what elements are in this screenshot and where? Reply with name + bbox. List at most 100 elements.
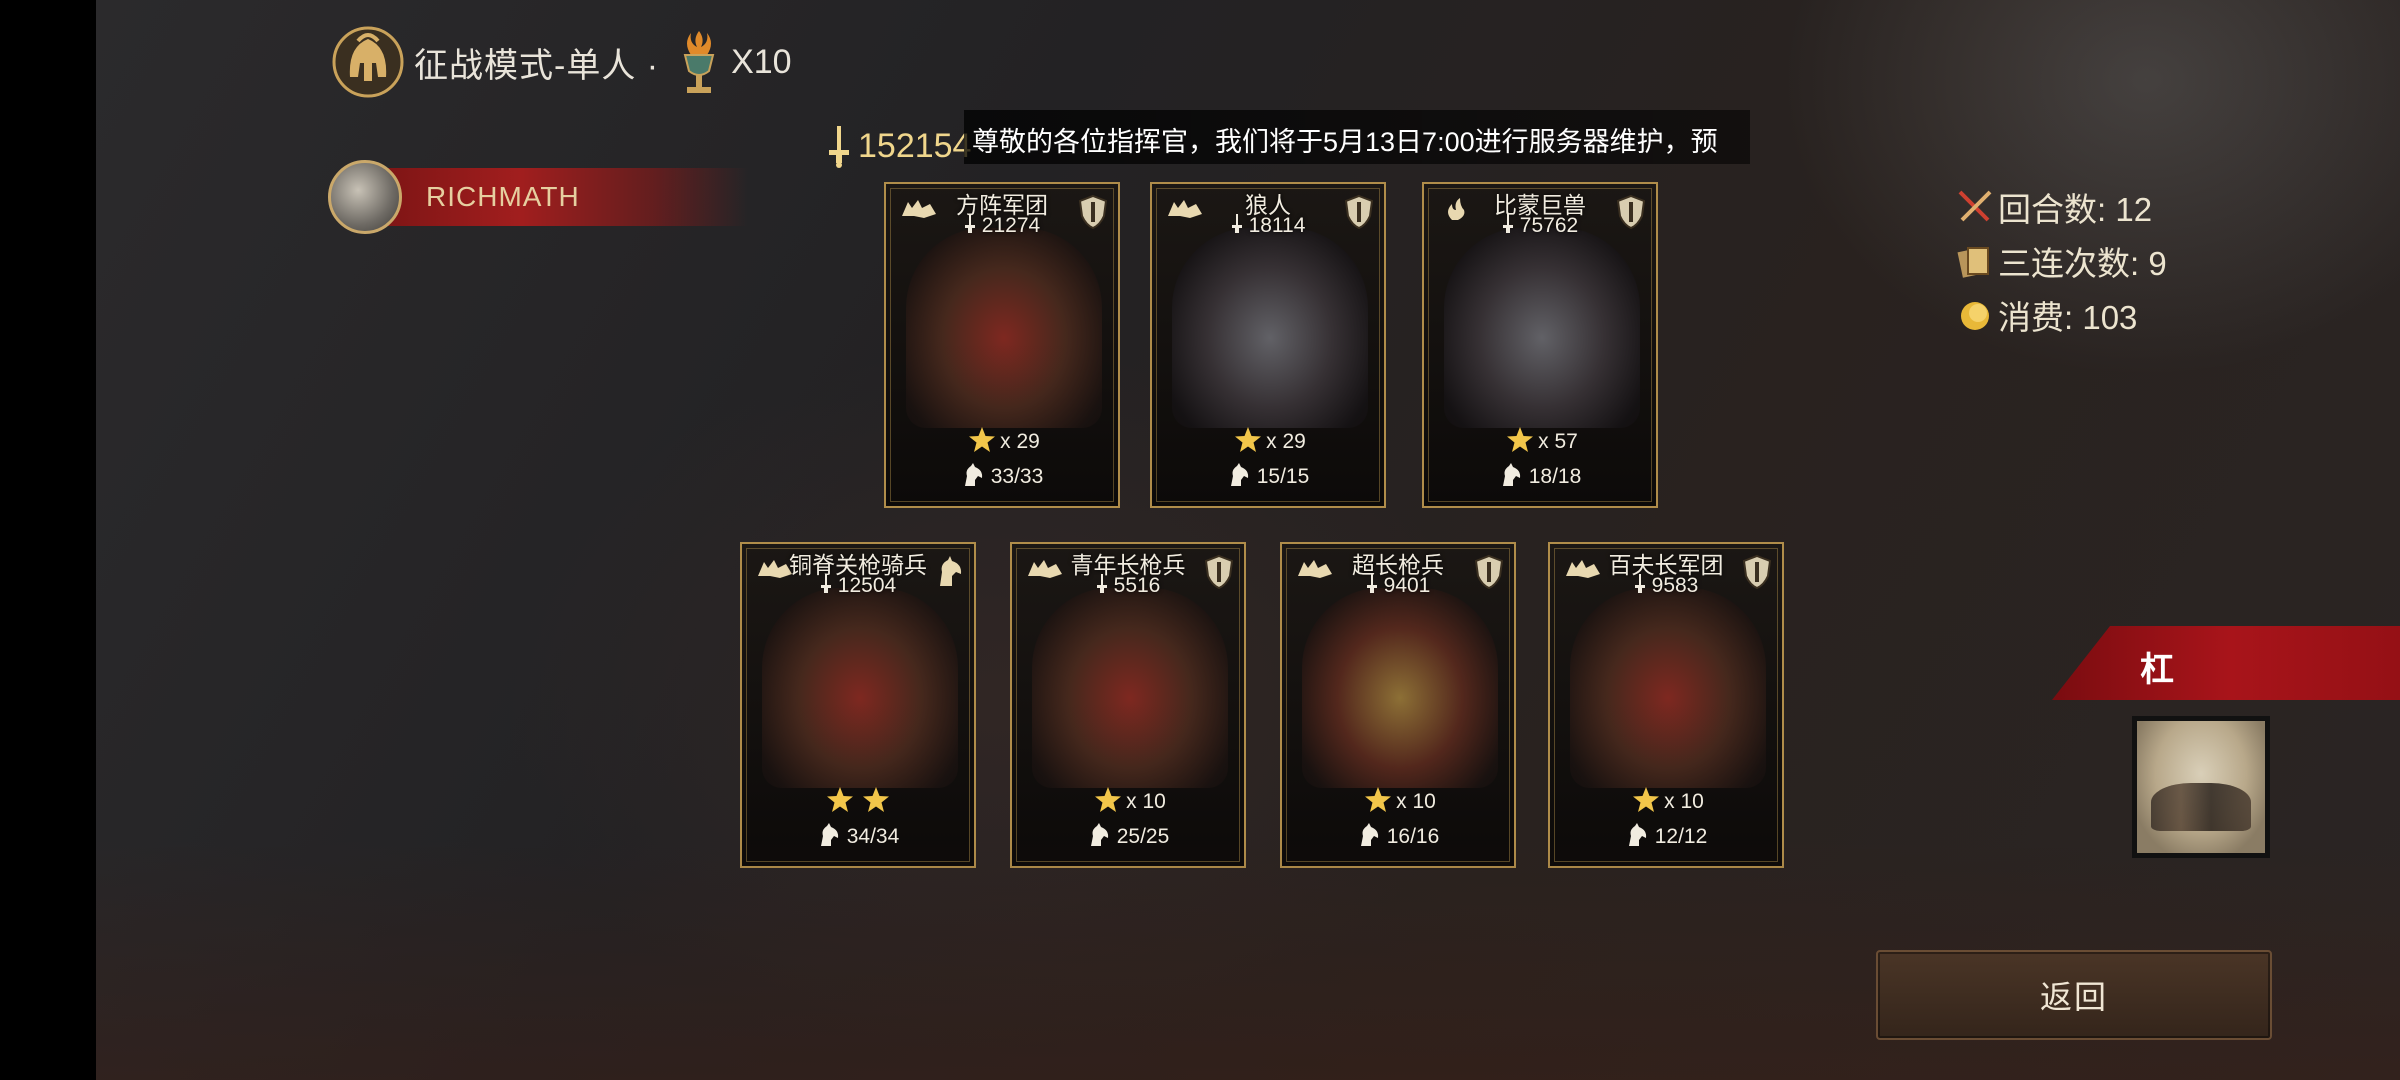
power-sword-icon (829, 126, 849, 168)
stat-rounds: 回合数: 12 (1956, 180, 2167, 234)
mini-sword-icon (1231, 214, 1242, 233)
banner-label: 杠 (2140, 651, 2174, 689)
unit-power-value: 9583 (1651, 574, 1699, 597)
star-icon (1507, 427, 1534, 452)
unit-stars (742, 786, 974, 814)
coin-icon (1961, 302, 1989, 330)
unit-troops-value: 16/16 (1386, 825, 1440, 848)
unit-stars: x 10 (1550, 786, 1782, 814)
unit-power-value: 21274 (981, 214, 1041, 237)
battle-scene-thumbnail[interactable] (2132, 716, 2270, 858)
stat-rounds-text: 回合数: 12 (1998, 191, 2153, 228)
horse-icon (1502, 463, 1520, 486)
unit-troops-value: 25/25 (1116, 825, 1170, 848)
mini-sword-icon (964, 214, 975, 233)
horse-icon (1628, 823, 1646, 846)
mini-sword-icon (1634, 574, 1645, 593)
star-icon (969, 427, 996, 452)
trophy-icon (683, 31, 715, 93)
game-screen: 征战模式-单人 · X10 RICHMATH 152154 尊敬的各位指挥官，我… (96, 0, 2400, 1080)
unit-star-count: x 10 (1126, 790, 1166, 813)
power-value: 152154 (858, 126, 972, 165)
unit-troops: 15/15 (1152, 462, 1384, 489)
horse-icon (964, 463, 982, 486)
unit-card[interactable]: 超长枪兵 9401 x 10 16/16 (1280, 542, 1516, 868)
return-button[interactable]: 返回 (1876, 950, 2272, 1040)
unit-power-value: 12504 (837, 574, 897, 597)
unit-troops: 18/18 (1424, 462, 1656, 489)
unit-card[interactable]: 青年长枪兵 5516 x 10 25/25 (1010, 542, 1246, 868)
spartan-helmet-icon (332, 26, 404, 98)
unit-troops-value: 12/12 (1654, 825, 1708, 848)
unit-card[interactable]: 方阵军团 21274 x 29 33/33 (884, 182, 1120, 508)
unit-star-count: x 29 (1266, 430, 1306, 453)
unit-portrait (1444, 228, 1640, 428)
unit-stars: x 57 (1424, 426, 1656, 454)
red-banner (2052, 626, 2400, 700)
star-icon (1365, 787, 1392, 812)
unit-power: 18114 (1152, 214, 1384, 238)
unit-portrait (1570, 588, 1766, 788)
unit-stars: x 29 (886, 426, 1118, 454)
header: 征战模式-单人 · X10 (328, 22, 792, 102)
unit-portrait (762, 588, 958, 788)
mode-title: 征战模式-单人 · (414, 46, 660, 85)
unit-stars: x 29 (1152, 426, 1384, 454)
unit-power-value: 18114 (1248, 214, 1306, 237)
unit-star-count: x 57 (1538, 430, 1578, 453)
unit-card[interactable]: 百夫长军团 9583 x 10 12/12 (1548, 542, 1784, 868)
star-icon (863, 787, 889, 812)
unit-power: 75762 (1424, 214, 1656, 238)
mini-sword-icon (1502, 214, 1513, 233)
unit-star-count: x 29 (1000, 430, 1040, 453)
unit-stars: x 10 (1012, 786, 1244, 814)
player-banner[interactable]: RICHMATH (328, 160, 748, 234)
unit-star-count: x 10 (1664, 790, 1704, 813)
horse-icon (1230, 463, 1248, 486)
stat-triples: 三连次数: 9 (1956, 234, 2167, 288)
unit-power-value: 75762 (1519, 214, 1579, 237)
unit-power: 9583 (1550, 574, 1782, 598)
unit-troops: 12/12 (1550, 822, 1782, 849)
mini-sword-icon (820, 574, 831, 593)
mini-sword-icon (1366, 574, 1377, 593)
notice-text: 尊敬的各位指挥官，我们将于5月13日7:00进行服务器维护，预 (972, 127, 1718, 157)
unit-power: 21274 (886, 214, 1118, 238)
horse-icon (1090, 823, 1108, 846)
stat-cost: 消费: 103 (1956, 288, 2167, 342)
star-icon (1235, 427, 1262, 452)
horse-icon (820, 823, 838, 846)
unit-card[interactable]: 铜脊关枪骑兵 12504 34/34 (740, 542, 976, 868)
star-icon (1633, 787, 1660, 812)
unit-card[interactable]: 比蒙巨兽 75762 x 57 18/18 (1422, 182, 1658, 508)
unit-troops: 16/16 (1282, 822, 1514, 849)
unit-power-value: 9401 (1383, 574, 1431, 597)
battle-scene-image (2137, 721, 2265, 853)
unit-troops-value: 18/18 (1528, 465, 1582, 488)
unit-power: 5516 (1012, 574, 1244, 598)
unit-portrait (1302, 588, 1498, 788)
unit-troops-value: 15/15 (1256, 465, 1310, 488)
horse-icon (1360, 823, 1378, 846)
unit-troops: 33/33 (886, 462, 1118, 489)
stat-cost-text: 消费: 103 (1998, 299, 2138, 336)
unit-power: 9401 (1282, 574, 1514, 598)
notice-marquee: 尊敬的各位指挥官，我们将于5月13日7:00进行服务器维护，预 (964, 110, 1750, 164)
unit-portrait (906, 228, 1102, 428)
unit-troops-value: 33/33 (990, 465, 1044, 488)
unit-power: 12504 (742, 574, 974, 598)
avatar[interactable] (328, 160, 402, 234)
cards-icon (1957, 247, 1989, 278)
total-power: 152154 (824, 124, 971, 168)
unit-troops: 25/25 (1012, 822, 1244, 849)
crossed-swords-icon (1958, 190, 1992, 222)
unit-card[interactable]: 狼人 18114 x 29 15/15 (1150, 182, 1386, 508)
player-name: RICHMATH (426, 181, 580, 212)
multiplier-count: X10 (731, 42, 792, 81)
stat-triples-text: 三连次数: 9 (1998, 245, 2167, 282)
mini-sword-icon (1096, 574, 1107, 593)
unit-stars: x 10 (1282, 786, 1514, 814)
star-icon (827, 787, 853, 812)
unit-power-value: 5516 (1113, 574, 1161, 597)
unit-star-count: x 10 (1396, 790, 1436, 813)
